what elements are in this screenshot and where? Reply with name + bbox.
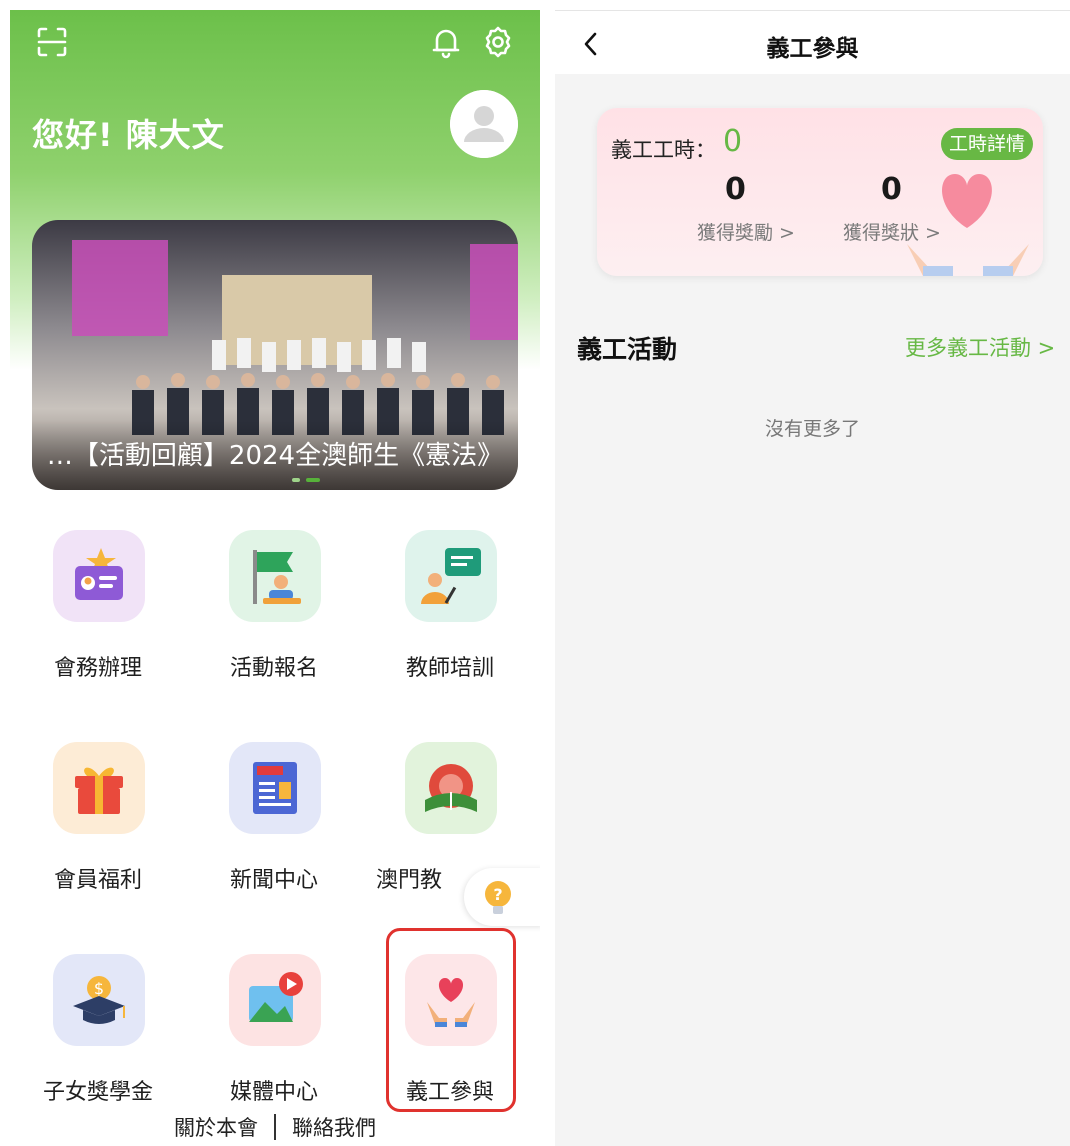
pagination-dot-active [306,478,320,482]
rewards-link[interactable]: 獲得獎勵 > [697,218,795,245]
about-link[interactable]: 關於本會 [174,1112,258,1142]
lightbulb-help-icon: ? [485,881,511,914]
menu-item-label: 會員福利 [53,868,142,893]
bell-icon[interactable] [428,24,464,60]
greeting-text: 您好! 陳大文 [32,116,225,154]
hours-label: 義工工時： [611,138,716,162]
nav-bar: 義工參與 [555,10,1070,74]
awards-count: 0 [881,172,902,207]
highlight-box [386,928,516,1112]
hours-value: 0 [723,124,743,159]
volunteer-summary-card: 義工工時： 0 工時詳情 0 0 獲得獎勵 > 獲得獎狀 > [597,108,1043,276]
banner-pagination [292,478,320,482]
svg-text:?: ? [493,885,502,904]
menu-item-label: 新聞中心 [229,868,318,893]
footer-divider [274,1114,276,1140]
banner-caption: …【活動回顧】2024全澳師生《憲法》 [46,441,504,471]
gift-icon [53,742,145,834]
teacher-training-icon [405,530,497,622]
footer-links: 關於本會 聯絡我們 [10,1112,540,1142]
user-avatar-icon [450,90,518,158]
flag-signup-icon [229,530,321,622]
pagination-dot [292,478,300,482]
home-screen: 您好! 陳大文 …【活動回顧】2024全澳師生《憲法》 會務辦理 活動報名 教師… [10,10,540,1146]
heart-hands-icon [907,174,1029,276]
more-activities-link[interactable]: 更多義工活動 > [905,332,1055,362]
graduation-cap-icon: $ [53,954,145,1046]
menu-item-label: 媒體中心 [229,1080,318,1105]
menu-item-label: 教師培訓 [405,656,494,681]
banner-photo-screen [72,240,168,336]
screenshot-root: 您好! 陳大文 …【活動回顧】2024全澳師生《憲法》 會務辦理 活動報名 教師… [0,0,1070,1146]
banner-photo-screen [470,244,518,340]
member-card-icon [53,530,145,622]
empty-state-text: 沒有更多了 [764,418,860,440]
contact-link[interactable]: 聯絡我們 [292,1112,376,1142]
awards-link[interactable]: 獲得獎狀 > [843,218,941,245]
scan-icon[interactable] [34,24,70,60]
help-button[interactable]: ? [464,868,540,926]
menu-item-label: 活動報名 [229,656,318,681]
news-banner[interactable]: …【活動回顧】2024全澳師生《憲法》 [32,220,518,490]
gear-icon[interactable] [480,24,516,60]
macau-education-icon [405,742,497,834]
menu-item-label: 會務辦理 [53,656,142,681]
rewards-count: 0 [725,172,746,207]
page-title: 義工參與 [766,36,859,62]
hours-detail-button[interactable]: 工時詳情 [941,128,1034,160]
section-title: 義工活動 [577,335,678,364]
avatar[interactable] [450,90,518,158]
svg-text:$: $ [94,979,104,998]
menu-item-label: 子女獎學金 [42,1080,153,1105]
volunteer-screen: 義工參與 義工工時： 0 工時詳情 0 0 獲得獎勵 > 獲得獎狀 > 義工活動… [555,10,1070,1146]
newspaper-icon [229,742,321,834]
media-icon [229,954,321,1046]
